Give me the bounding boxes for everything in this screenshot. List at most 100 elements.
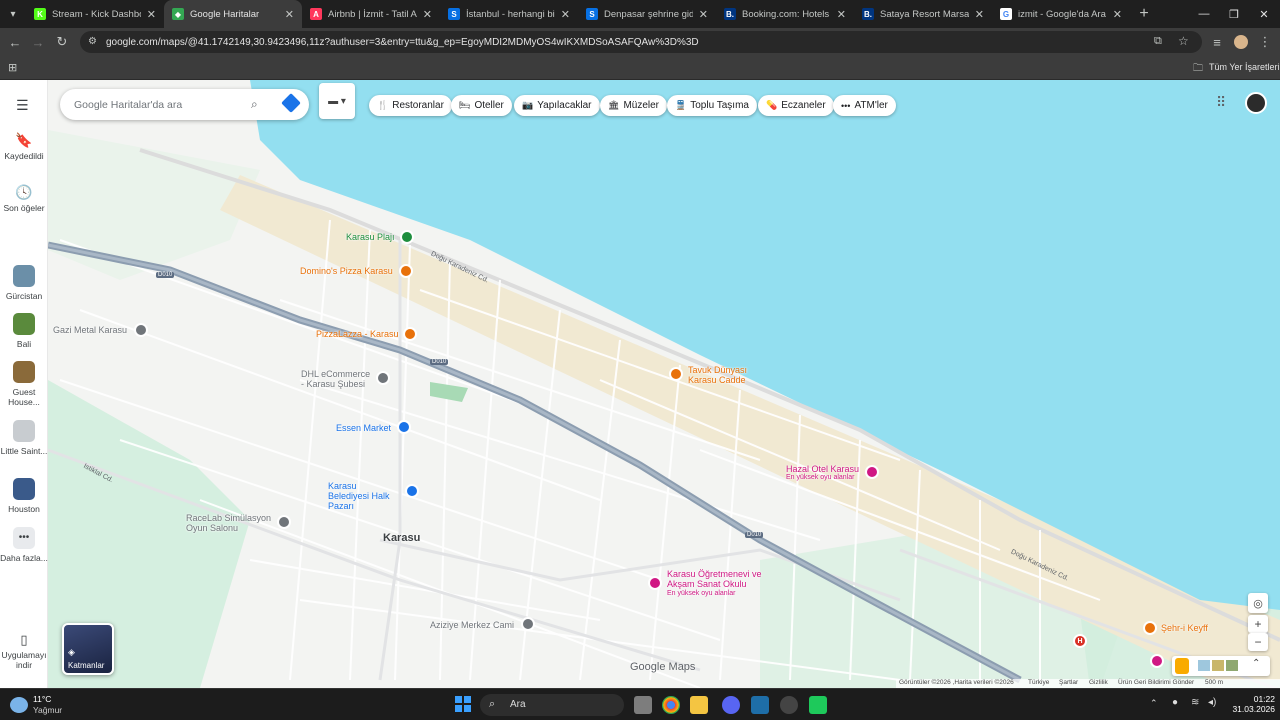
category-toplu-ta-ma[interactable]: 🚆 Toplu Taşıma — [667, 95, 757, 116]
steam-icon[interactable] — [780, 696, 798, 714]
poi-marker-icon[interactable] — [134, 323, 148, 337]
imagery-thumb[interactable] — [1198, 660, 1210, 671]
bookmark-star-icon[interactable]: ☆ — [1178, 34, 1189, 48]
place-label-ehr-i-keyff[interactable]: Şehr-i Keyff — [1161, 623, 1208, 633]
place-label-pizzalazza-karasu[interactable]: PizzaLazza - Karasu — [316, 329, 399, 339]
poi-marker-icon[interactable] — [403, 327, 417, 341]
category-eczaneler[interactable]: 💊 Eczaneler — [758, 95, 834, 116]
profile-avatar[interactable] — [1231, 32, 1251, 52]
clock[interactable]: 01:22 31.03.2026 — [1231, 694, 1275, 714]
apps-grid-icon[interactable]: ⊞ — [8, 61, 17, 74]
recent-button[interactable]: 🕓 Son öğeler — [0, 185, 48, 213]
poi-marker-icon[interactable] — [669, 367, 683, 381]
category-yap-lacaklar[interactable]: 📷 Yapılacaklar — [514, 95, 600, 116]
close-tab-icon[interactable]: ✕ — [975, 8, 984, 21]
place-label-karasu-belediyesi-halk-pazar[interactable]: Karasu Belediyesi Halk Pazarı — [328, 481, 400, 511]
layers-button[interactable]: ◈ Katmanlar — [62, 623, 114, 675]
scale-label[interactable]: 500 m — [1205, 679, 1223, 686]
map-canvas[interactable] — [0, 80, 1280, 688]
zoom-in-button[interactable]: + — [1248, 615, 1268, 633]
get-app-button[interactable]: ▯ Uygulamayı indir — [0, 633, 48, 670]
directions-icon[interactable] — [281, 93, 301, 113]
my-location-icon[interactable]: ◎ — [1248, 593, 1268, 613]
file-explorer-icon[interactable] — [690, 696, 708, 714]
recent-place-bali[interactable]: Bali — [0, 313, 48, 349]
poi-marker-icon[interactable] — [400, 230, 414, 244]
volume-icon[interactable]: ◂) — [1208, 697, 1216, 708]
taskbar-search[interactable]: ⌕ Ara — [480, 694, 624, 716]
all-bookmarks-link[interactable]: Tüm Yer İşaretleri — [1209, 62, 1280, 72]
weather-temp[interactable]: 11°C — [33, 694, 51, 704]
category-oteller[interactable]: 🛏 Oteller — [451, 95, 512, 116]
browser-tab[interactable]: S İstanbul - herhangi bir ye... ✕ — [440, 0, 578, 28]
browser-tab[interactable]: A Airbnb | İzmit - Tatil Ama... ✕ — [302, 0, 440, 28]
forward-icon[interactable]: → — [28, 32, 48, 52]
terms-link[interactable]: Şartlar — [1059, 679, 1078, 686]
place-label-tavuk-d-nyas-karasu-cadde[interactable]: Tavuk Dünyası Karasu Cadde — [688, 365, 752, 385]
poi-marker-icon[interactable] — [1143, 621, 1157, 635]
close-tab-icon[interactable]: ✕ — [837, 8, 846, 21]
wifi-icon[interactable]: ≋ — [1191, 697, 1199, 708]
browser-tab[interactable]: S Denpasar şehrine gidiş dö... ✕ — [578, 0, 716, 28]
maximize-button[interactable]: ❐ — [1218, 0, 1250, 28]
place-label-karasu[interactable]: Karasu — [383, 532, 420, 544]
street-view-pegman-icon[interactable] — [1175, 658, 1189, 674]
new-tab-button[interactable]: + — [1130, 0, 1158, 28]
saved-button[interactable]: 🔖 Kaydedildi — [0, 133, 48, 161]
maps-viewport[interactable]: ☰ 🔖 Kaydedildi 🕓 Son öğeler Gürcistan Bal… — [0, 80, 1280, 688]
privacy-link[interactable]: Gizlilik — [1089, 679, 1108, 686]
place-label-dhl-ecommerce-karasu-ubesi[interactable]: DHL eCommerce - Karasu Şubesi — [301, 369, 373, 389]
region-link[interactable]: Türkiye — [1028, 679, 1049, 686]
poi-marker-icon[interactable] — [521, 617, 535, 631]
close-tab-icon[interactable]: ✕ — [423, 8, 432, 21]
chrome-menu-icon[interactable]: ⋮ — [1255, 32, 1275, 52]
place-label-gazi-metal-karasu[interactable]: Gazi Metal Karasu — [53, 325, 127, 335]
weather-icon[interactable] — [10, 697, 28, 713]
poi-marker-icon[interactable] — [397, 420, 411, 434]
close-tab-icon[interactable]: ✕ — [1113, 8, 1122, 21]
place-label-hazal-otel-karasu[interactable]: Hazal Otel Karasu En yüksek oyu alanlar — [786, 464, 859, 481]
poi-marker-icon[interactable] — [405, 484, 419, 498]
favorite-marker-icon[interactable] — [1150, 654, 1164, 668]
back-icon[interactable]: ← — [5, 32, 25, 52]
place-label-essen-market[interactable]: Essen Market — [336, 423, 391, 433]
close-tab-icon[interactable]: ✕ — [561, 8, 570, 21]
feedback-link[interactable]: Ürün Geri Bildirimi Gönder — [1118, 679, 1194, 686]
address-bar[interactable]: ⚙ google.com/maps/@41.1742149,30.9423496… — [80, 31, 1202, 53]
menu-icon[interactable]: ☰ — [16, 97, 29, 114]
browser-tab[interactable]: Gizmit - Google'da Ara ✕ — [992, 0, 1130, 28]
tray-overflow-icon[interactable]: ⌃ — [1150, 698, 1158, 709]
start-button[interactable] — [455, 696, 471, 712]
google-apps-icon[interactable]: ⠿ — [1216, 94, 1226, 111]
media-controls-icon[interactable]: ≡ — [1207, 32, 1227, 52]
task-view-icon[interactable] — [634, 696, 652, 714]
close-window-button[interactable]: ✕ — [1248, 0, 1280, 28]
place-label-domino-s-pizza-karasu[interactable]: Domino's Pizza Karasu — [300, 266, 393, 276]
app-icon[interactable] — [809, 696, 827, 714]
poi-marker-icon[interactable] — [376, 371, 390, 385]
imagery-thumb[interactable] — [1226, 660, 1238, 671]
place-label-racelab-sim-lasyon-oyun-salonu[interactable]: RaceLab Simülasyon Oyun Salonu — [186, 513, 276, 533]
category-restoranlar[interactable]: 🍴 Restoranlar — [369, 95, 452, 116]
close-tab-icon[interactable]: ✕ — [285, 8, 294, 21]
site-info-icon[interactable]: ⚙ — [88, 36, 97, 47]
travel-mode-dropdown[interactable]: ▬ ▾ — [319, 83, 355, 119]
place-label-karasu-plaj[interactable]: Karasu Plajı — [346, 232, 395, 242]
recent-place-g-rcistan[interactable]: Gürcistan — [0, 265, 48, 301]
poi-marker-icon[interactable] — [277, 515, 291, 529]
reload-icon[interactable]: ↻ — [52, 32, 72, 52]
recent-place-guest-house[interactable]: Guest House... — [0, 361, 48, 407]
imagery-thumb[interactable] — [1212, 660, 1224, 671]
imagery-strip[interactable]: ⌃ — [1172, 656, 1270, 676]
expand-icon[interactable]: ⌃ — [1252, 658, 1260, 669]
tab-search-button[interactable]: ▾ — [0, 0, 26, 28]
poi-marker-icon[interactable] — [865, 465, 879, 479]
more-button[interactable]: ••• Daha fazla... — [0, 527, 48, 563]
place-label-karasu-retmenevi-ve-ak-am-sanat-okulu[interactable]: Karasu Öğretmenevi ve Akşam Sanat Okulu E… — [667, 569, 767, 599]
close-tab-icon[interactable]: ✕ — [147, 8, 156, 21]
minimize-button[interactable]: — — [1188, 0, 1220, 28]
recent-place-houston[interactable]: Houston — [0, 478, 48, 514]
poi-marker-icon[interactable] — [648, 576, 662, 590]
account-avatar[interactable] — [1245, 92, 1267, 114]
app-icon[interactable] — [751, 696, 769, 714]
